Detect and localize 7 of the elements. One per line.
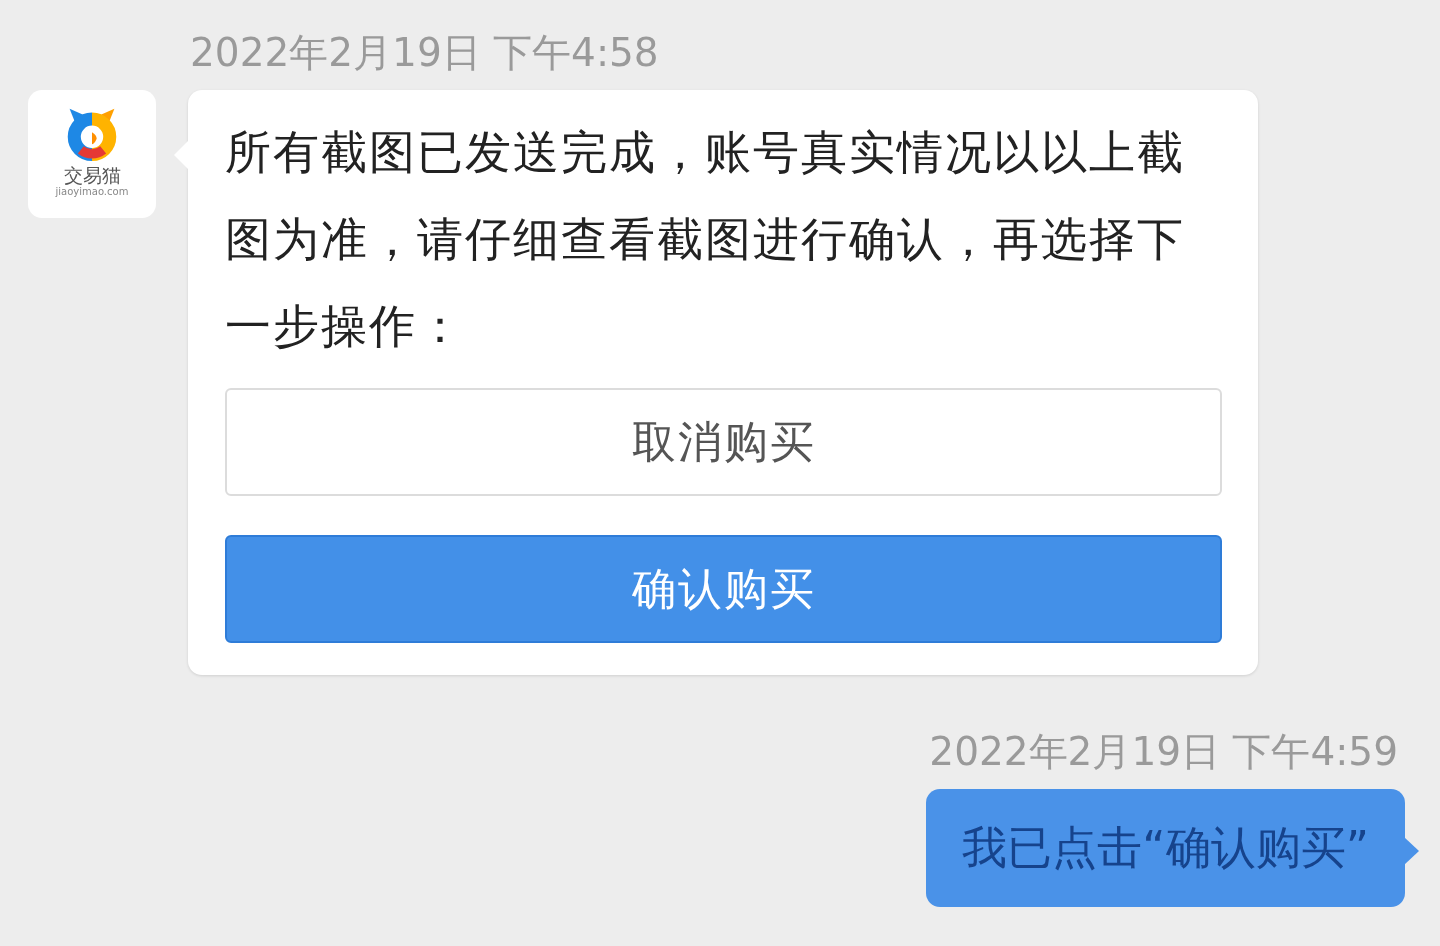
avatar-label: 交易猫 <box>63 164 121 186</box>
message-text: 我已点击“确认购买” <box>962 820 1369 876</box>
message-text: 所有截图已发送完成，账号真实情况以以上截图为准，请仔细查看截图进行确认，再选择下一步操作： <box>225 124 1186 355</box>
cancel-button[interactable]: 取消购买 <box>225 388 1222 496</box>
avatar-site: jiaoyimao.com <box>55 186 129 198</box>
timestamp: 2022年2月19日 下午4:58 <box>190 29 659 77</box>
timestamp: 2022年2月19日 下午4:59 <box>929 728 1398 776</box>
